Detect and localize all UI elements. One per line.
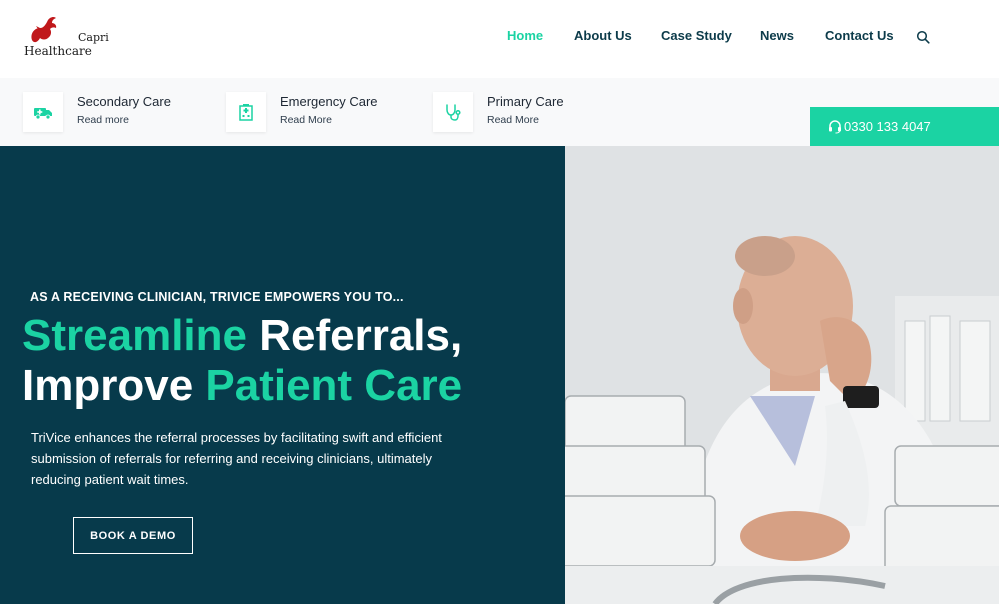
headline-highlight: Patient Care [205, 361, 463, 410]
service-primary-care[interactable]: Primary Care Read More [433, 92, 603, 132]
hero-headline-line1: Streamline Referrals, [22, 311, 462, 361]
brand-logo[interactable]: Capri Healthcare [22, 14, 109, 60]
phone-button[interactable]: 0330 133 4047 [810, 107, 999, 146]
service-title: Emergency Care [280, 94, 378, 109]
hero-description: TriVice enhances the referral processes … [31, 430, 442, 487]
hospital-icon [226, 92, 266, 132]
ambulance-icon [23, 92, 63, 132]
nav-news[interactable]: News [760, 28, 794, 48]
book-demo-button[interactable]: BOOK A DEMO [73, 517, 193, 554]
headline-highlight: Streamline [22, 311, 247, 360]
stethoscope-icon [433, 92, 473, 132]
service-emergency-care[interactable]: Emergency Care Read More [226, 92, 396, 132]
hero-photo [565, 146, 999, 604]
doctor-photo-illustration [565, 146, 999, 604]
brand-name-line2: Healthcare [24, 44, 92, 58]
service-title: Primary Care [487, 94, 564, 109]
headline-text: Referrals, [246, 311, 463, 360]
read-more-link[interactable]: Read more [77, 114, 129, 126]
read-more-link[interactable]: Read More [280, 114, 332, 126]
hero-headline-line2: Improve Patient Care [22, 361, 462, 411]
nav-home[interactable]: Home [507, 28, 543, 48]
service-title: Secondary Care [77, 94, 171, 109]
hero-eyebrow: AS A RECEIVING CLINICIAN, TRIVICE EMPOWE… [30, 290, 404, 304]
phone-number: 0330 133 4047 [844, 119, 931, 134]
headset-icon [829, 119, 841, 133]
dragon-icon [31, 16, 57, 43]
nav-about-us[interactable]: About Us [574, 28, 632, 48]
nav-case-study[interactable]: Case Study [661, 28, 732, 48]
nav-contact-us[interactable]: Contact Us [825, 28, 894, 48]
brand-name-line1: Capri [78, 31, 109, 44]
headline-text: Improve [22, 361, 206, 410]
read-more-link[interactable]: Read More [487, 114, 539, 126]
service-secondary-care[interactable]: Secondary Care Read more [23, 92, 193, 132]
site-header: Capri Healthcare Home About Us Case Stud… [0, 0, 999, 78]
search-icon[interactable] [916, 30, 930, 44]
